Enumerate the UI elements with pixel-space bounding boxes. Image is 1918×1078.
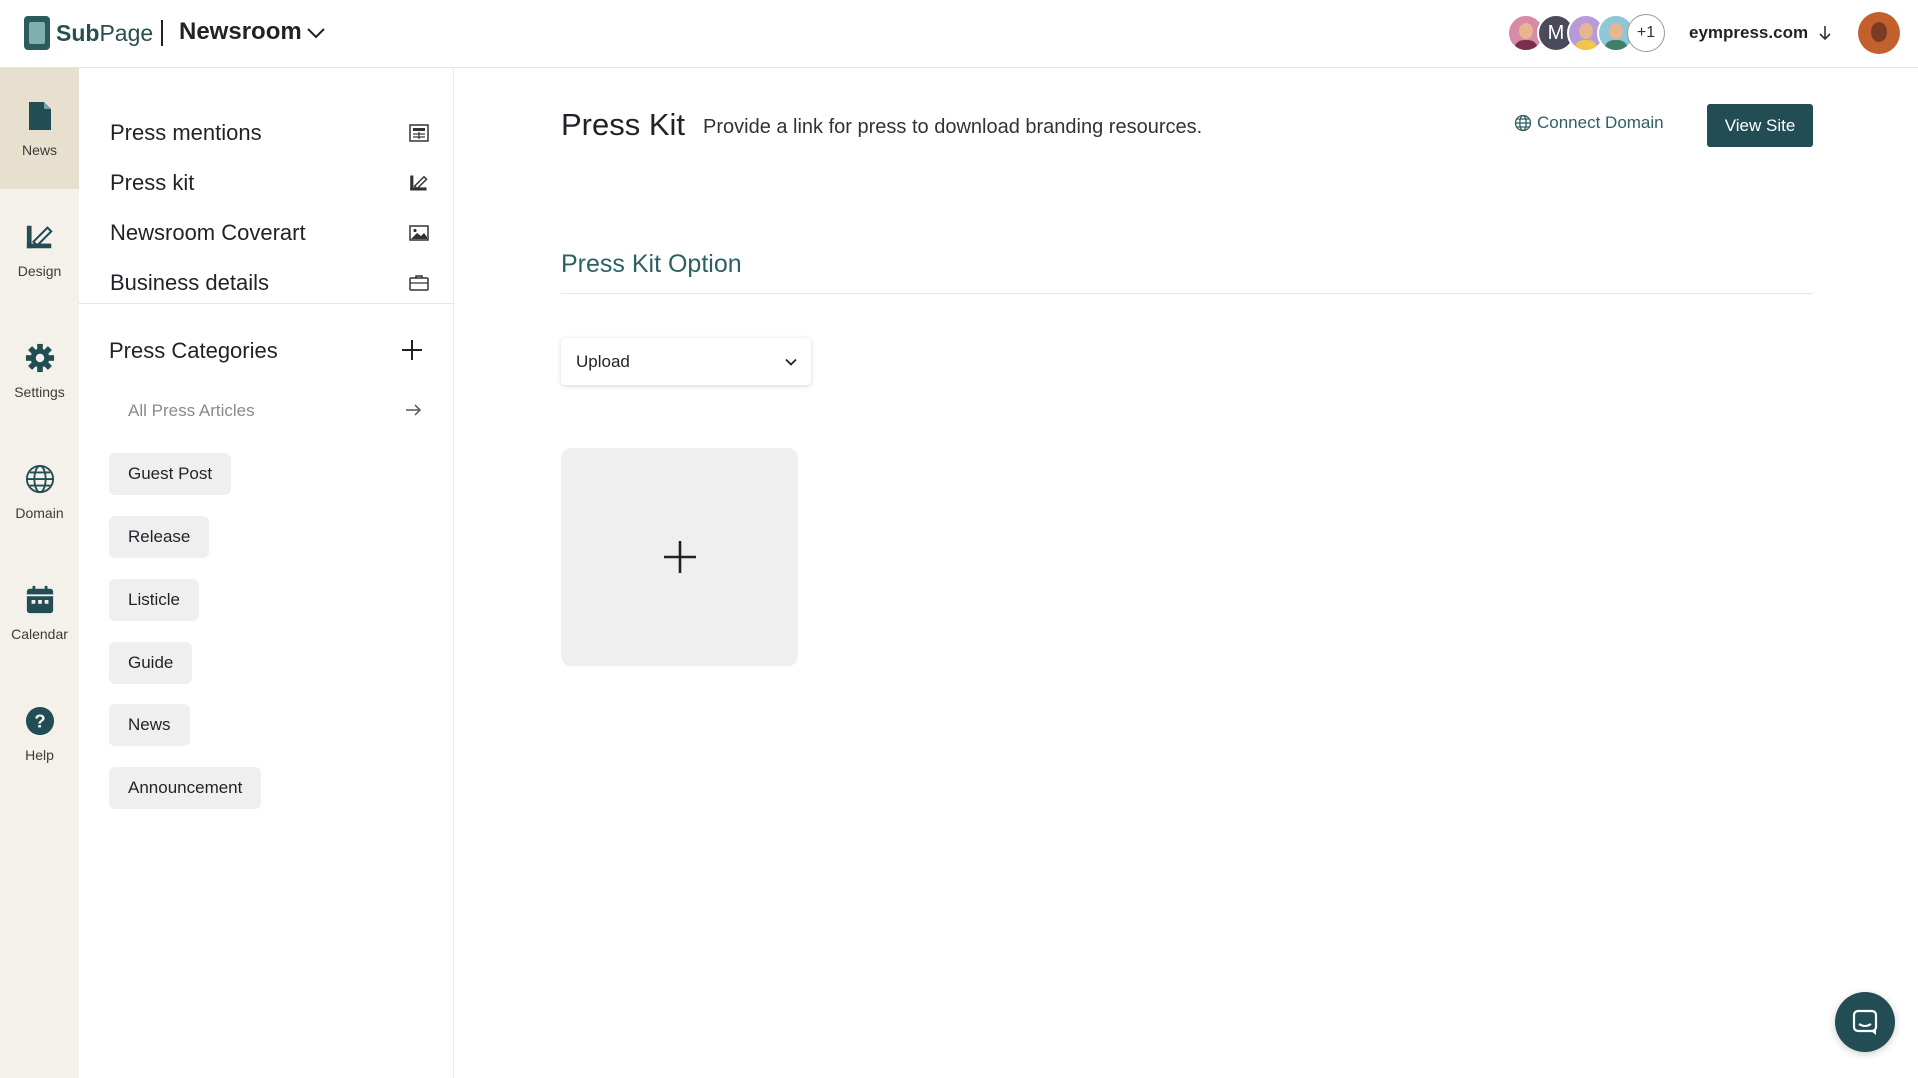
collaborator-avatars[interactable]: M +1 (1507, 14, 1665, 52)
globe-icon (1514, 114, 1532, 132)
rail-item-help[interactable]: ? Help (0, 673, 79, 794)
plus-icon (663, 541, 696, 573)
panel-divider (79, 303, 454, 304)
page-title: Press Kit (561, 107, 686, 142)
subpage-logo[interactable]: SubPage (24, 16, 153, 50)
nav-label: Business details (110, 270, 269, 295)
nav-label: Press kit (110, 170, 195, 195)
workspace-name[interactable]: Newsroom (179, 18, 302, 46)
more-collaborators-badge[interactable]: +1 (1627, 14, 1665, 52)
nav-item-press-kit[interactable]: Press kit (110, 163, 430, 203)
briefcase-icon (408, 272, 430, 294)
category-chip-guest-post[interactable]: Guest Post (109, 453, 232, 495)
secondary-panel: Press mentions Press kit Newsroom Covera… (79, 68, 454, 1078)
rail-label: Calendar (11, 625, 68, 642)
document-icon (25, 100, 55, 132)
nav-label: Newsroom Coverart (110, 220, 306, 245)
calendar-icon (25, 584, 55, 616)
category-chip-release[interactable]: Release (109, 516, 210, 558)
nav-item-press-mentions[interactable]: Press mentions (110, 113, 430, 153)
press-kit-option-select[interactable]: Upload (561, 338, 811, 385)
top-bar: SubPage Newsroom M +1 eympress.com (0, 0, 1918, 68)
chevron-down-icon (785, 358, 797, 366)
page-description: Provide a link for press to download bra… (703, 116, 1203, 138)
rail-label: Help (25, 746, 54, 763)
add-category-plus-icon[interactable] (400, 338, 424, 362)
globe-icon (25, 463, 55, 495)
svg-text:?: ? (34, 710, 45, 731)
rail-label: Settings (14, 383, 65, 400)
nav-item-newsroom-coverart[interactable]: Newsroom Coverart (110, 213, 430, 253)
design-icon (25, 221, 55, 253)
nav-label: Press mentions (110, 120, 262, 145)
category-chip-news[interactable]: News (109, 704, 190, 746)
chat-support-button[interactable] (1835, 992, 1895, 1052)
category-chip-announcement[interactable]: Announcement (109, 767, 262, 809)
rail-item-design[interactable]: Design (0, 189, 79, 310)
category-chip-guide[interactable]: Guide (109, 642, 193, 684)
newspaper-icon (408, 122, 430, 144)
nav-item-business-details[interactable]: Business details (110, 263, 430, 303)
arrow-right-icon[interactable] (404, 402, 422, 418)
rail-item-news[interactable]: News (0, 68, 79, 189)
connect-domain-link[interactable]: Connect Domain (1514, 113, 1664, 133)
help-icon: ? (25, 705, 55, 737)
design-icon (408, 172, 430, 194)
header-divider (161, 20, 163, 46)
rail-label: Domain (15, 504, 64, 521)
section-divider (561, 293, 1813, 294)
rail-item-settings[interactable]: Settings (0, 310, 79, 431)
rail-item-domain[interactable]: Domain (0, 431, 79, 552)
view-site-button[interactable]: View Site (1707, 104, 1813, 147)
select-value: Upload (576, 351, 630, 371)
rail-item-calendar[interactable]: Calendar (0, 552, 79, 673)
rail-label: News (21, 141, 57, 158)
gear-icon (25, 342, 55, 374)
arrow-down-icon[interactable] (1818, 24, 1832, 42)
all-press-articles-link[interactable]: All Press Articles (128, 401, 255, 421)
press-kit-option-heading: Press Kit Option (561, 250, 742, 278)
press-categories-heading: Press Categories (109, 338, 278, 363)
brand-name: SubPage (56, 19, 154, 46)
site-domain-label[interactable]: eympress.com (1689, 23, 1808, 43)
image-icon (408, 222, 430, 244)
chevron-down-icon[interactable] (306, 26, 326, 40)
upload-tile[interactable] (561, 448, 798, 666)
chat-icon (1852, 1009, 1878, 1035)
user-avatar[interactable] (1858, 12, 1900, 54)
rail-label: Design (17, 262, 62, 279)
icon-rail: News Design Settings Domain Calendar ? H… (0, 68, 79, 1078)
logo-icon (24, 16, 50, 50)
connect-domain-label: Connect Domain (1537, 113, 1664, 132)
category-chip-listicle[interactable]: Listicle (109, 579, 199, 621)
